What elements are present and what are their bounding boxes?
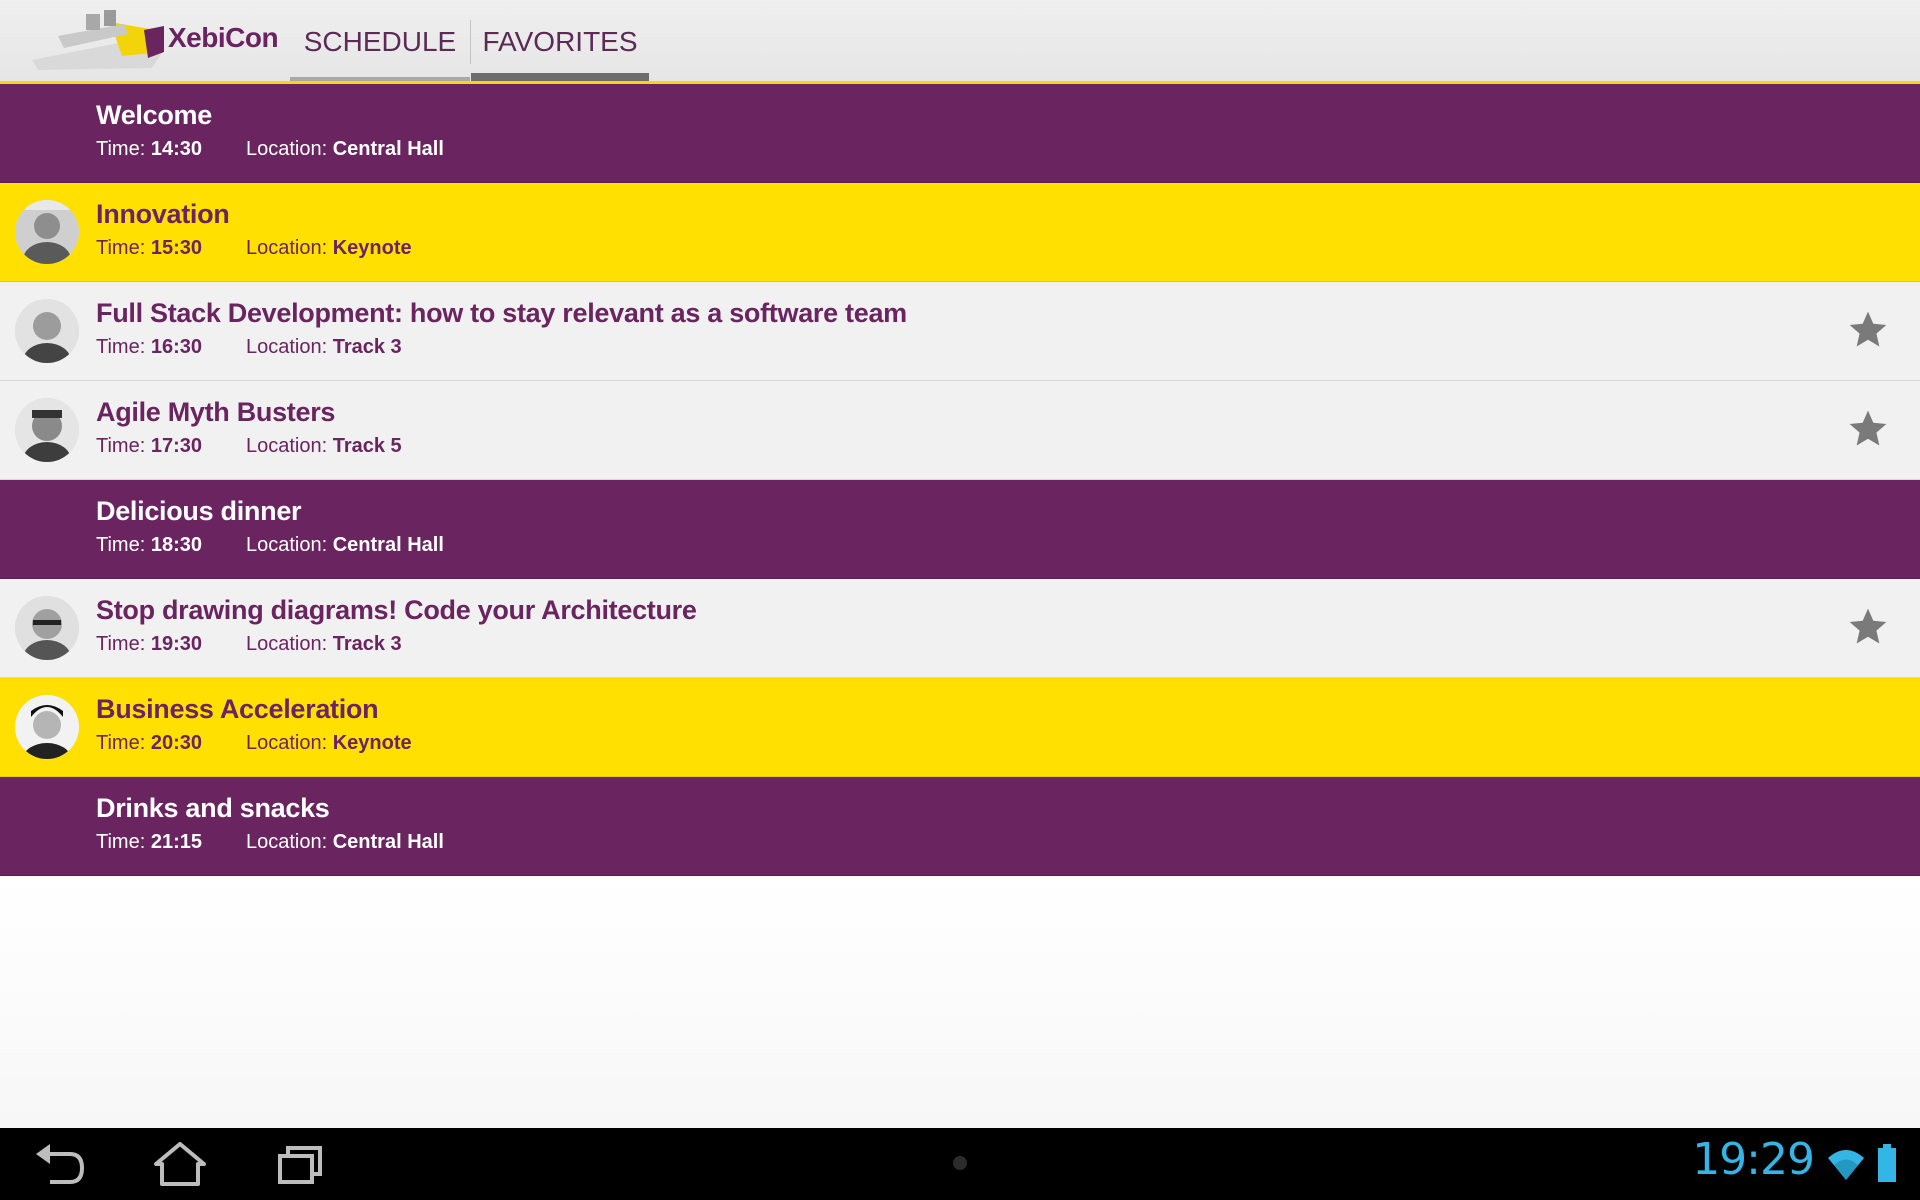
tab-favorites-label: FAVORITES xyxy=(482,26,638,57)
speaker-avatar xyxy=(15,695,79,759)
location-group: Location: Track 3 xyxy=(246,633,402,656)
session-list: Welcome Time: 14:30 Location: Central Ha… xyxy=(0,84,1920,876)
session-meta: Time: 17:30 Location: Track 5 xyxy=(96,435,402,458)
time-label: Time: xyxy=(96,138,146,160)
session-title: Innovation xyxy=(96,199,230,229)
speaker-avatar xyxy=(15,299,79,363)
location-group: Location: Keynote xyxy=(246,237,412,260)
session-meta: Time: 20:30 Location: Keynote xyxy=(96,732,412,755)
session-title: Welcome xyxy=(96,100,212,130)
battery-icon xyxy=(1878,1144,1896,1182)
session-meta: Time: 16:30 Location: Track 3 xyxy=(96,336,402,359)
session-time: 14:30 xyxy=(150,138,202,160)
session-location: Central Hall xyxy=(332,138,444,160)
wifi-icon xyxy=(1826,1146,1866,1182)
session-title: Agile Myth Busters xyxy=(96,397,336,427)
session-time: 16:30 xyxy=(150,336,202,358)
session-meta: Time: 21:15 Location: Central Hall xyxy=(96,831,444,854)
location-label: Location: xyxy=(246,732,328,754)
session-row[interactable]: Drinks and snacks Time: 21:15 Location: … xyxy=(0,777,1920,876)
session-time: 18:30 xyxy=(150,534,202,556)
session-location: Track 5 xyxy=(332,435,402,457)
session-location: Keynote xyxy=(332,237,412,259)
session-row[interactable]: Business Acceleration Time: 20:30 Locati… xyxy=(0,678,1920,777)
time-label: Time: xyxy=(96,831,146,853)
recent-apps-icon[interactable] xyxy=(270,1140,330,1188)
location-label: Location: xyxy=(246,633,328,655)
session-time: 17:30 xyxy=(150,435,202,457)
session-location: Central Hall xyxy=(332,534,444,556)
session-time: 19:30 xyxy=(150,633,202,655)
back-icon[interactable] xyxy=(30,1140,90,1188)
star-icon[interactable] xyxy=(1846,605,1890,649)
session-row[interactable]: Stop drawing diagrams! Code your Archite… xyxy=(0,579,1920,678)
session-row[interactable]: Innovation Time: 15:30 Location: Keynote xyxy=(0,183,1920,282)
tab-schedule[interactable]: SCHEDULE xyxy=(290,0,470,81)
time-label: Time: xyxy=(96,732,146,754)
session-title: Drinks and snacks xyxy=(96,793,330,823)
session-location: Track 3 xyxy=(332,336,402,358)
session-title: Stop drawing diagrams! Code your Archite… xyxy=(96,595,697,625)
star-icon[interactable] xyxy=(1846,308,1890,352)
status-clock: 19:29 xyxy=(1692,1134,1815,1185)
time-label: Time: xyxy=(96,237,146,259)
location-group: Location: Track 3 xyxy=(246,336,402,359)
location-group: Location: Central Hall xyxy=(246,534,444,557)
tab-schedule-label: SCHEDULE xyxy=(303,26,457,57)
time-label: Time: xyxy=(96,633,146,655)
location-group: Location: Central Hall xyxy=(246,138,444,161)
session-title: Full Stack Development: how to stay rele… xyxy=(96,298,907,328)
session-location: Keynote xyxy=(332,732,412,754)
session-title: Delicious dinner xyxy=(96,496,302,526)
app-title: XebiCon xyxy=(168,22,279,53)
session-meta: Time: 14:30 Location: Central Hall xyxy=(96,138,444,161)
session-meta: Time: 18:30 Location: Central Hall xyxy=(96,534,444,557)
tab-indicator xyxy=(290,77,470,81)
session-row[interactable]: Full Stack Development: how to stay rele… xyxy=(0,282,1920,381)
location-label: Location: xyxy=(246,237,328,259)
session-meta: Time: 15:30 Location: Keynote xyxy=(96,237,412,260)
location-group: Location: Central Hall xyxy=(246,831,444,854)
session-meta: Time: 19:30 Location: Track 3 xyxy=(96,633,402,656)
session-row[interactable]: Agile Myth Busters Time: 17:30 Location:… xyxy=(0,381,1920,480)
location-label: Location: xyxy=(246,336,328,358)
session-row[interactable]: Welcome Time: 14:30 Location: Central Ha… xyxy=(0,84,1920,183)
home-icon[interactable] xyxy=(150,1140,210,1188)
ship-logo-icon[interactable] xyxy=(24,8,164,76)
session-row[interactable]: Delicious dinner Time: 18:30 Location: C… xyxy=(0,480,1920,579)
list-empty-area xyxy=(0,877,1920,1128)
star-icon[interactable] xyxy=(1846,407,1890,451)
location-label: Location: xyxy=(246,138,328,160)
time-label: Time: xyxy=(96,534,146,556)
session-time: 20:30 xyxy=(150,732,202,754)
location-label: Location: xyxy=(246,831,328,853)
tab-indicator-active xyxy=(471,73,649,81)
location-label: Location: xyxy=(246,435,328,457)
speaker-avatar xyxy=(15,200,79,264)
session-location: Central Hall xyxy=(332,831,444,853)
time-label: Time: xyxy=(96,435,146,457)
session-time: 21:15 xyxy=(150,831,202,853)
speaker-avatar xyxy=(15,596,79,660)
tab-favorites[interactable]: FAVORITES xyxy=(471,0,649,81)
location-label: Location: xyxy=(246,534,328,556)
session-location: Track 3 xyxy=(332,633,402,655)
speaker-avatar xyxy=(15,398,79,462)
location-group: Location: Track 5 xyxy=(246,435,402,458)
session-title: Business Acceleration xyxy=(96,694,379,724)
location-group: Location: Keynote xyxy=(246,732,412,755)
action-bar: XebiCon SCHEDULE FAVORITES xyxy=(0,0,1920,84)
session-time: 15:30 xyxy=(150,237,202,259)
time-label: Time: xyxy=(96,336,146,358)
page-indicator-dot xyxy=(953,1156,967,1170)
